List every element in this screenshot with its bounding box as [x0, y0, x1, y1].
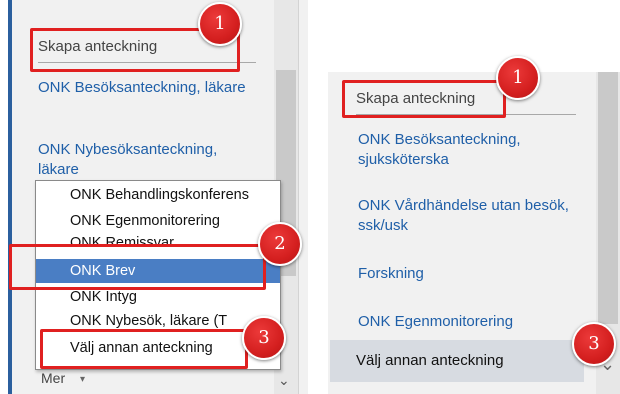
left-scroll-down-icon[interactable]: ⌄: [278, 372, 290, 389]
right-note-link-visit-nurse[interactable]: ONK Besöksanteckning, sjuksköterska: [358, 130, 578, 170]
annotation-box-1-right: [342, 80, 506, 118]
annotation-box-2-left: [9, 244, 266, 290]
step-badge-3-left: 3: [242, 316, 286, 360]
right-note-link-care-event[interactable]: ONK Vårdhändelse utan besök, ssk/usk: [358, 196, 578, 236]
step-badge-3-right: 3: [572, 322, 616, 366]
step-badge-1-left: 1: [198, 2, 242, 46]
more-caret-icon: ▾: [80, 374, 86, 385]
dropdown-item-treatment-conference[interactable]: ONK Behandlingskonferens: [36, 183, 280, 207]
step-badge-1-right: 1: [496, 56, 540, 100]
left-more-button[interactable]: Mer: [41, 370, 65, 386]
right-scrollbar-thumb[interactable]: [598, 72, 618, 324]
dropdown-item-self-monitoring[interactable]: ONK Egenmonitorering: [36, 209, 280, 233]
right-note-link-research[interactable]: Forskning: [358, 264, 578, 284]
left-note-link-visit-doctor[interactable]: ONK Besöksanteckning, läkare: [38, 78, 258, 98]
right-choose-other-note-label: Välj annan anteckning: [356, 352, 504, 369]
right-note-link-self-monitoring[interactable]: ONK Egenmonitorering: [358, 312, 578, 332]
left-note-link-new-visit-doctor[interactable]: ONK Nybesöksanteckning, läkare: [38, 140, 258, 180]
annotation-box-3-left: [40, 329, 248, 369]
left-panel-divider: [298, 0, 299, 394]
step-badge-2-left: 2: [258, 222, 302, 266]
